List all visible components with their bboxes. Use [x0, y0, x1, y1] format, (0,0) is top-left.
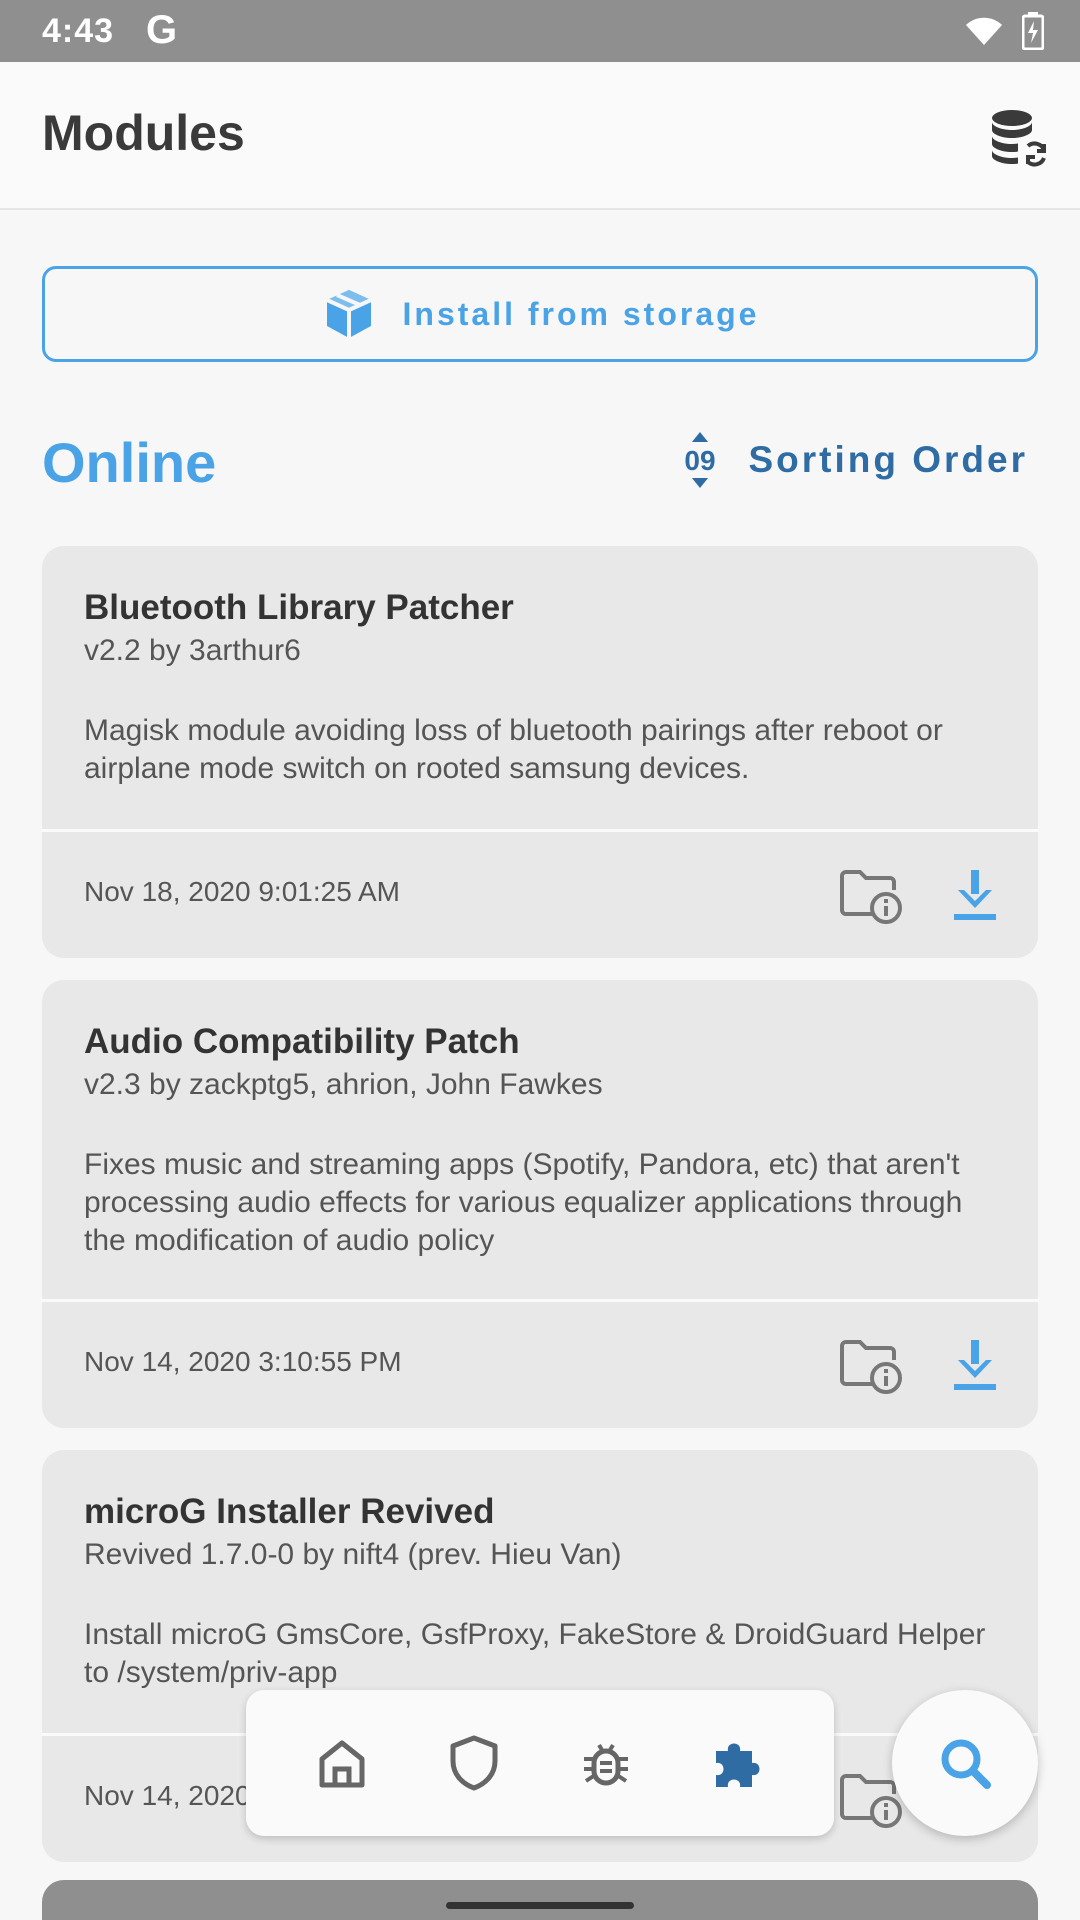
module-date: Nov 18, 2020 9:01:25 AM — [84, 876, 400, 907]
module-version-author: v2.3 by zackptg5, ahrion, John Fawkes — [84, 1068, 603, 1101]
module-card: Bluetooth Library Patcher v2.2 by 3arthu… — [42, 546, 1038, 958]
install-from-storage-button[interactable]: Install from storage — [42, 266, 1038, 362]
nav-logs[interactable] — [574, 1731, 638, 1795]
sorting-order-label: Sorting Order — [748, 439, 1028, 480]
module-description: Install microG GmsCore, GsfProxy, FakeSt… — [84, 1618, 986, 1689]
next-module-card — [42, 1880, 1038, 1920]
shield-icon — [450, 1735, 498, 1791]
folder-info-icon[interactable] — [840, 868, 902, 924]
module-version-author: v2.2 by 3arthur6 — [84, 634, 301, 667]
module-date: Nov 14, 2020 3:10:55 PM — [84, 1346, 402, 1377]
sorting-order-button[interactable]: 09 Sorting Order — [678, 432, 1028, 488]
package-icon — [325, 290, 372, 338]
folder-info-icon[interactable] — [840, 1772, 902, 1828]
app-bar: Modules — [0, 62, 1080, 210]
install-from-storage-label: Install from storage — [402, 295, 760, 332]
module-title: Audio Compatibility Patch — [84, 1022, 520, 1061]
download-icon[interactable] — [950, 868, 1000, 922]
puzzle-icon — [716, 1743, 760, 1787]
wifi-icon — [966, 17, 1002, 45]
search-icon — [941, 1739, 991, 1789]
download-icon[interactable] — [950, 1338, 1000, 1392]
database-sync-icon[interactable] — [986, 106, 1050, 170]
svg-text:09: 09 — [685, 445, 716, 476]
search-fab[interactable] — [892, 1690, 1038, 1836]
card-footer: Nov 18, 2020 9:01:25 AM — [42, 832, 1038, 956]
module-title: Bluetooth Library Patcher — [84, 588, 514, 627]
sort-numeric-icon: 09 — [685, 432, 716, 488]
nav-home[interactable] — [310, 1731, 374, 1795]
bottom-navigation — [246, 1690, 834, 1836]
status-time: 4:43 — [42, 12, 115, 50]
bug-icon — [584, 1743, 628, 1786]
module-description: Magisk module avoiding loss of bluetooth… — [84, 714, 943, 785]
module-description: Fixes music and streaming apps (Spotify,… — [84, 1148, 963, 1257]
nav-modules[interactable] — [706, 1731, 770, 1795]
module-card: Audio Compatibility Patch v2.3 by zackpt… — [42, 980, 1038, 1428]
gesture-handle[interactable] — [446, 1902, 634, 1909]
module-title: microG Installer Revived — [84, 1492, 495, 1531]
status-icons — [964, 12, 1044, 50]
module-date: Nov 14, 2020 — [84, 1780, 251, 1811]
status-bar: 4:43 G — [0, 0, 1080, 62]
battery-icon — [1022, 12, 1044, 50]
section-title-online: Online — [42, 431, 217, 494]
home-icon — [319, 1740, 365, 1788]
folder-info-icon[interactable] — [840, 1338, 902, 1394]
module-version-author: Revived 1.7.0-0 by nift4 (prev. Hieu Van… — [84, 1538, 622, 1571]
card-footer: Nov 14, 2020 3:10:55 PM — [42, 1302, 1038, 1426]
page-title: Modules — [42, 105, 245, 161]
nav-superuser[interactable] — [442, 1731, 506, 1795]
google-g-icon: G — [146, 8, 178, 52]
